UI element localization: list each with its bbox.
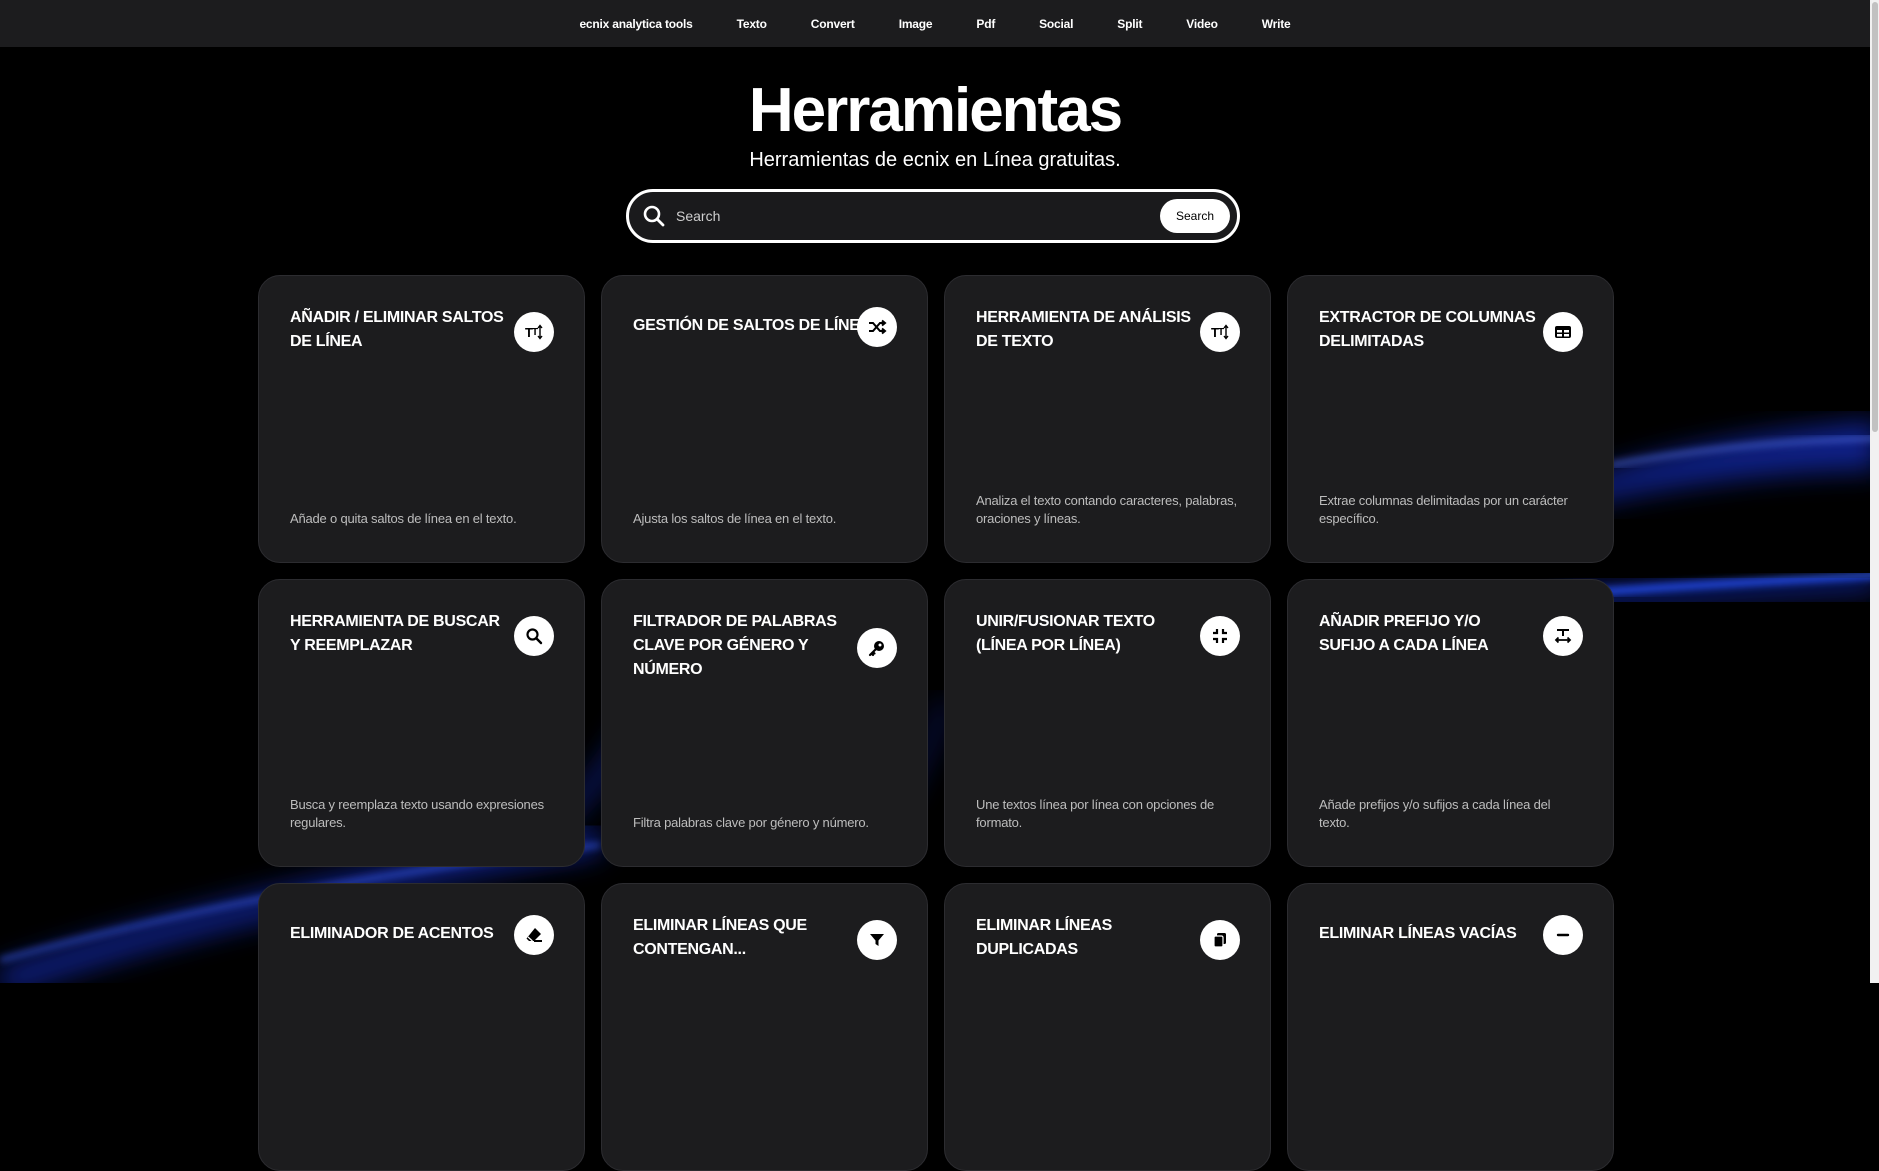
tool-card[interactable]: Herramienta de análisis de texto TT Anal… xyxy=(944,275,1271,563)
tools-grid: Añadir / Eliminar saltos de línea TT Aña… xyxy=(258,275,1614,1171)
text-width-icon xyxy=(1543,616,1583,656)
eraser-icon xyxy=(514,915,554,955)
tool-card[interactable]: Añadir prefijo y/o sufijo a cada línea A… xyxy=(1287,579,1614,867)
nav-item-pdf[interactable]: Pdf xyxy=(954,17,1017,31)
card-title: Añadir prefijo y/o sufijo a cada línea xyxy=(1319,613,1489,654)
copy-icon xyxy=(1200,920,1240,960)
card-title: Herramienta de buscar y reemplazar xyxy=(290,613,500,654)
top-navigation: ecnix analytica tools Texto Convert Imag… xyxy=(0,0,1870,47)
card-title: Filtrador de palabras clave por género y… xyxy=(633,613,837,678)
tool-card[interactable]: Filtrador de palabras clave por género y… xyxy=(601,579,928,867)
card-description: Une textos línea por línea con opciones … xyxy=(976,797,1215,830)
card-description: Busca y reemplaza texto usando expresion… xyxy=(290,797,544,830)
card-description: Filtra palabras clave por género y númer… xyxy=(633,815,869,830)
card-title: Unir/Fusionar texto (línea por línea) xyxy=(976,613,1155,654)
search-input[interactable] xyxy=(674,207,1160,225)
tool-card[interactable]: Gestión de saltos de línea Ajusta los sa… xyxy=(601,275,928,563)
search-icon xyxy=(643,205,665,227)
page-scrollbar[interactable] xyxy=(1870,0,1879,983)
tool-card[interactable]: Añadir / Eliminar saltos de línea TT Aña… xyxy=(258,275,585,563)
card-title: Gestión de saltos de línea xyxy=(633,317,871,334)
card-description: Extrae columnas delimitadas por un carác… xyxy=(1319,493,1568,526)
svg-text:T: T xyxy=(1218,327,1224,338)
search-button[interactable]: Search xyxy=(1160,199,1230,233)
text-height-icon: TT xyxy=(514,312,554,352)
hero: Herramientas xyxy=(0,80,1870,142)
tool-card[interactable]: Eliminar líneas duplicadas xyxy=(944,883,1271,1171)
tool-card[interactable]: Eliminador de acentos xyxy=(258,883,585,1171)
nav-item-social[interactable]: Social xyxy=(1017,17,1095,31)
card-title: Eliminar líneas vacías xyxy=(1319,925,1517,942)
card-title: Herramienta de análisis de texto xyxy=(976,309,1191,350)
nav-item-texto[interactable]: Texto xyxy=(715,17,789,31)
nav-item-image[interactable]: Image xyxy=(877,17,955,31)
search-bar: Search xyxy=(626,189,1240,243)
search-icon xyxy=(514,616,554,656)
card-description: Añade prefijos y/o sufijos a cada línea … xyxy=(1319,797,1551,830)
filter-icon xyxy=(857,920,897,960)
nav-item-write[interactable]: Write xyxy=(1240,17,1313,31)
tool-card[interactable]: Unir/Fusionar texto (línea por línea) Un… xyxy=(944,579,1271,867)
table-icon xyxy=(1543,312,1583,352)
card-description: Añade o quita saltos de línea en el text… xyxy=(290,511,517,526)
tool-card[interactable]: Extractor de columnas delimitadas Extrae… xyxy=(1287,275,1614,563)
card-description: Ajusta los saltos de línea en el texto. xyxy=(633,511,837,526)
page-title: Herramientas xyxy=(748,76,1123,145)
tool-card[interactable]: Eliminar líneas que contengan... xyxy=(601,883,928,1171)
svg-text:T: T xyxy=(532,327,538,338)
card-description: Analiza el texto contando caracteres, pa… xyxy=(976,493,1237,526)
minus-icon xyxy=(1543,915,1583,955)
nav-item-video[interactable]: Video xyxy=(1164,17,1239,31)
card-title: Eliminar líneas que contengan... xyxy=(633,917,807,958)
nav-item-split[interactable]: Split xyxy=(1095,17,1164,31)
shuffle-icon xyxy=(857,307,897,347)
nav-item-convert[interactable]: Convert xyxy=(789,17,877,31)
page-subtitle: Herramientas de ecnix en Línea gratuitas… xyxy=(749,149,1121,171)
text-height-icon: TT xyxy=(1200,312,1240,352)
card-title: Eliminador de acentos xyxy=(290,925,494,942)
tool-card[interactable]: Herramienta de buscar y reemplazar Busca… xyxy=(258,579,585,867)
compress-icon xyxy=(1200,616,1240,656)
card-title: Extractor de columnas delimitadas xyxy=(1319,309,1536,350)
hero-subtitle-wrap: Herramientas de ecnix en Línea gratuitas… xyxy=(0,149,1870,172)
scrollbar-thumb[interactable] xyxy=(1872,2,1878,432)
key-icon xyxy=(857,628,897,668)
nav-item-ecnix-analytica-tools[interactable]: ecnix analytica tools xyxy=(557,17,714,31)
card-title: Añadir / Eliminar saltos de línea xyxy=(290,309,504,350)
tool-card[interactable]: Eliminar líneas vacías xyxy=(1287,883,1614,1171)
card-title: Eliminar líneas duplicadas xyxy=(976,917,1112,958)
